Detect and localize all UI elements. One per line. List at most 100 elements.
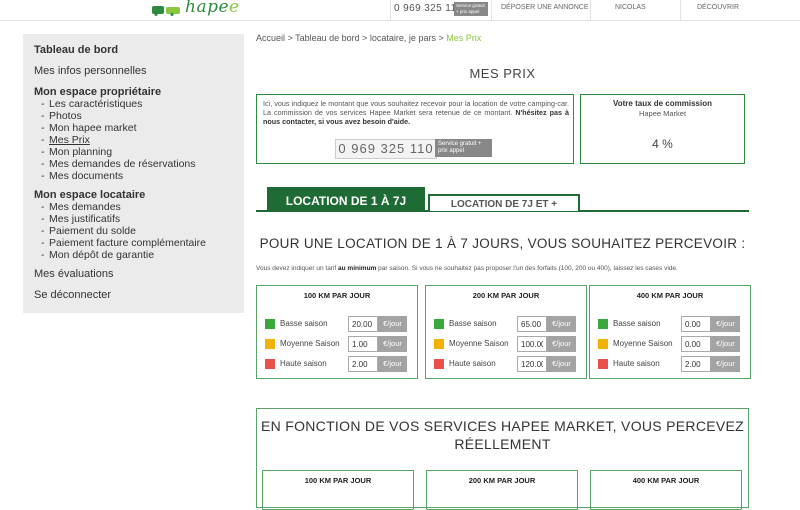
divider <box>680 0 681 20</box>
sidebar-item-photos[interactable]: - Photos <box>41 110 82 122</box>
price-input[interactable] <box>517 356 547 372</box>
breadcrumb[interactable]: Accueil > Tableau de bord > locataire, j… <box>256 33 481 43</box>
season-row-basse: Basse saison €/jour <box>265 316 415 332</box>
real-earnings-box: EN FONCTION DE VOS SERVICES HAPEE MARKET… <box>256 408 749 510</box>
price-card-200km: 200 KM PAR JOUR Basse saison €/jour Moye… <box>425 285 587 379</box>
sidebar-item-booking-requests[interactable]: - Mes demandes de réservations <box>41 158 196 170</box>
season-label: Haute saison <box>280 359 327 368</box>
price-input[interactable] <box>348 336 378 352</box>
season-row-haute: Haute saison €/jour <box>598 356 748 372</box>
season-label: Moyenne Saison <box>280 339 340 348</box>
top-bar: hapee 0 969 325 110 Service gratuit + pr… <box>0 0 800 21</box>
info-box: Ici, vous indiquez le montant que vous s… <box>256 94 574 164</box>
season-row-basse: Basse saison €/jour <box>434 316 584 332</box>
moyenne-saison-swatch <box>598 339 608 349</box>
season-label: Haute saison <box>449 359 496 368</box>
unit-label: €/jour <box>378 316 407 332</box>
sidebar-item-documents[interactable]: - Mes documents <box>41 170 123 182</box>
unit-label: €/jour <box>547 356 576 372</box>
sidebar: Tableau de bord Mes infos personnelles M… <box>23 34 244 313</box>
card-title: 400 KM PAR JOUR <box>632 476 700 485</box>
haute-saison-swatch <box>265 359 275 369</box>
post-ad-link[interactable]: DÉPOSER UNE ANNONCE <box>501 4 589 11</box>
sidebar-logout[interactable]: Se déconnecter <box>34 289 111 301</box>
contact-phone[interactable]: 0 969 325 110 Service gratuit + prix app… <box>335 137 495 159</box>
service-tag: Service gratuit + prix appel <box>454 2 488 16</box>
season-row-basse: Basse saison €/jour <box>598 316 748 332</box>
camper-icon <box>152 6 180 16</box>
price-input[interactable] <box>348 356 378 372</box>
tab-1-to-7-days[interactable]: LOCATION DE 1 À 7J <box>267 187 425 211</box>
sidebar-item-prices[interactable]: - Mes Prix <box>41 134 90 146</box>
unit-label: €/jour <box>711 316 740 332</box>
unit-label: €/jour <box>711 336 740 352</box>
card-title: 100 KM PAR JOUR <box>303 291 371 300</box>
sidebar-personal-info[interactable]: Mes infos personnelles <box>34 65 147 77</box>
unit-label: €/jour <box>378 356 407 372</box>
divider <box>390 0 391 20</box>
hint-text: Vous devez indiquer un tarif au minimum … <box>256 265 678 272</box>
price-input[interactable] <box>681 336 711 352</box>
price-input[interactable] <box>348 316 378 332</box>
divider <box>491 0 492 20</box>
tab-7-days-plus[interactable]: LOCATION DE 7J ET + <box>428 194 580 211</box>
season-row-moyenne: Moyenne Saison €/jour <box>265 336 415 352</box>
commission-subtitle: Hapee Market <box>638 109 687 118</box>
real-earnings-title: EN FONCTION DE VOS SERVICES HAPEE MARKET… <box>260 418 744 452</box>
season-label: Basse saison <box>449 319 497 328</box>
price-card-100km: 100 KM PAR JOUR Basse saison €/jour Moye… <box>256 285 418 379</box>
season-label: Basse saison <box>613 319 661 328</box>
sidebar-item-extra-invoice[interactable]: - Paiement facture complémentaire <box>41 237 206 249</box>
card-title: 200 KM PAR JOUR <box>472 291 540 300</box>
price-input[interactable] <box>517 336 547 352</box>
basse-saison-swatch <box>434 319 444 329</box>
sidebar-item-hapee-market[interactable]: - Mon hapee market <box>41 122 137 134</box>
hapee-logo[interactable]: hapee <box>152 0 240 20</box>
info-text: Ici, vous indiquez le montant que vous s… <box>263 99 569 126</box>
season-label: Moyenne Saison <box>449 339 509 348</box>
sidebar-dashboard[interactable]: Tableau de bord <box>34 44 118 56</box>
sidebar-tenant-heading[interactable]: Mon espace locataire <box>34 189 145 201</box>
price-card-400km: 400 KM PAR JOUR Basse saison €/jour Moye… <box>589 285 751 379</box>
moyenne-saison-swatch <box>265 339 275 349</box>
basse-saison-swatch <box>265 319 275 329</box>
sidebar-item-requests[interactable]: - Mes demandes <box>41 201 121 213</box>
price-input[interactable] <box>681 316 711 332</box>
price-input[interactable] <box>681 356 711 372</box>
divider <box>590 0 591 20</box>
season-label: Basse saison <box>280 319 328 328</box>
basse-saison-swatch <box>598 319 608 329</box>
logo-text: hapee <box>185 0 240 17</box>
unit-label: €/jour <box>547 336 576 352</box>
unit-label: €/jour <box>547 316 576 332</box>
unit-label: €/jour <box>378 336 407 352</box>
sidebar-item-proofs[interactable]: - Mes justificatifs <box>41 213 120 225</box>
sidebar-item-characteristics[interactable]: - Les caractéristiques <box>41 98 142 110</box>
top-phone-number[interactable]: 0 969 325 110 <box>394 3 462 14</box>
sidebar-item-deposit[interactable]: - Mon dépôt de garantie <box>41 249 154 261</box>
season-row-haute: Haute saison €/jour <box>265 356 415 372</box>
season-label: Moyenne Saison <box>613 339 673 348</box>
sidebar-item-planning[interactable]: - Mon planning <box>41 146 112 158</box>
haute-saison-swatch <box>434 359 444 369</box>
discover-link[interactable]: DÉCOUVRIR <box>697 4 739 11</box>
season-label: Haute saison <box>613 359 660 368</box>
commission-box: Votre taux de commission Hapee Market 4 … <box>580 94 745 164</box>
price-input[interactable] <box>517 316 547 332</box>
phone-number[interactable]: 0 969 325 110 <box>335 139 437 159</box>
page-title: MES PRIX <box>469 66 536 81</box>
user-menu-link[interactable]: NICOLAS <box>615 4 646 11</box>
card-title: 200 KM PAR JOUR <box>468 476 536 485</box>
season-row-moyenne: Moyenne Saison €/jour <box>434 336 584 352</box>
season-row-haute: Haute saison €/jour <box>434 356 584 372</box>
sidebar-reviews[interactable]: Mes évaluations <box>34 268 114 280</box>
commission-value: 4 % <box>652 137 673 151</box>
sidebar-item-balance-payment[interactable]: - Paiement du solde <box>41 225 136 237</box>
card-title: 400 KM PAR JOUR <box>636 291 704 300</box>
sidebar-owner-heading[interactable]: Mon espace propriétaire <box>34 86 161 98</box>
real-card-200km: 200 KM PAR JOUR <box>426 470 578 510</box>
commission-title: Votre taux de commission <box>613 99 712 108</box>
card-title: 100 KM PAR JOUR <box>304 476 372 485</box>
section-title: POUR UNE LOCATION DE 1 À 7 JOURS, VOUS S… <box>259 236 746 251</box>
unit-label: €/jour <box>711 356 740 372</box>
